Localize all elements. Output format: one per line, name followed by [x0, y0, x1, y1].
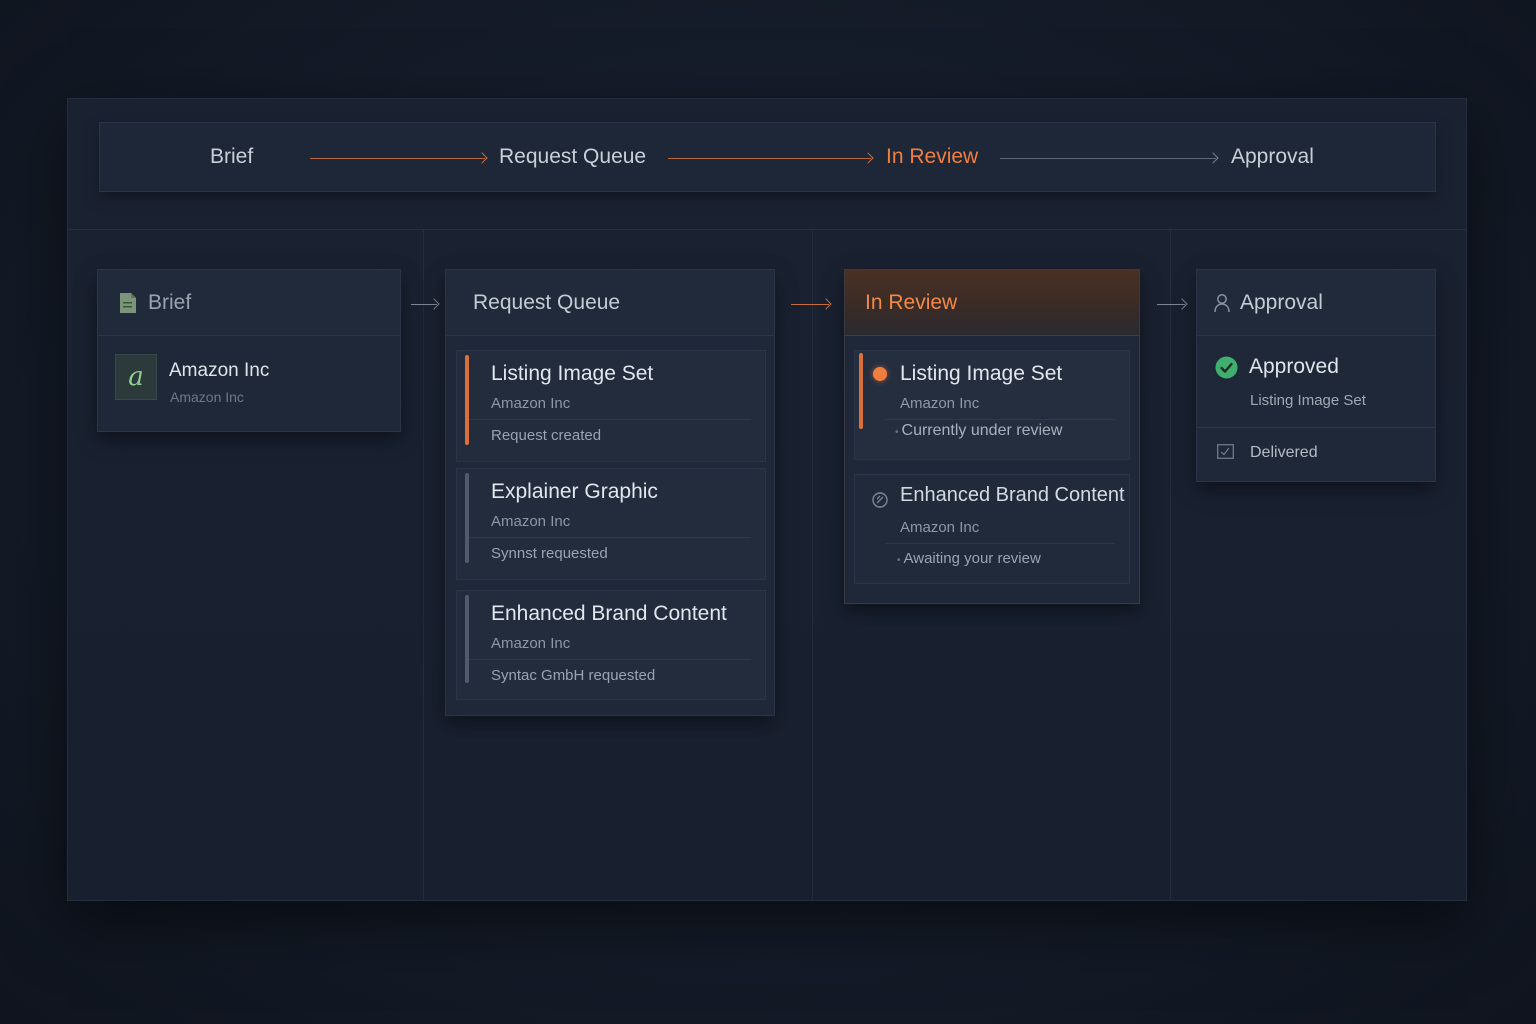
review-card-listing-image-set[interactable]: Listing Image Set Amazon Inc • Currently …: [854, 350, 1130, 460]
priority-bar: [859, 353, 863, 429]
card-title: Listing Image Set: [900, 362, 1063, 385]
card-divider: [885, 419, 1115, 420]
client-logo: a: [115, 354, 157, 400]
card-divider: [469, 537, 751, 538]
queue-card-listing-image-set[interactable]: Listing Image Set Amazon Inc Request cre…: [456, 350, 766, 462]
pipeline-bar: Brief Request Queue In Review Approval: [99, 122, 1436, 192]
flow-arrow: [411, 304, 437, 305]
card-status: • Awaiting your review: [897, 550, 1041, 567]
card-divider: [469, 419, 751, 420]
card-company: Amazon Inc: [491, 395, 571, 412]
approved-label: Approved: [1249, 355, 1339, 378]
column-header-in-review: In Review: [845, 270, 1139, 336]
approved-item-name: Listing Image Set: [1250, 392, 1366, 409]
priority-bar: [465, 473, 469, 563]
column-in-review: In Review Listing Image Set Amazon Inc •…: [844, 269, 1140, 604]
card-company: Amazon Inc: [900, 519, 980, 536]
card-status: • Currently under review: [895, 422, 1063, 439]
pipeline-step-request-queue[interactable]: Request Queue: [499, 145, 646, 169]
pipeline-arrow: [310, 158, 485, 159]
column-header-request-queue: Request Queue: [446, 270, 774, 336]
pipeline-step-in-review[interactable]: In Review: [886, 145, 978, 169]
pipeline-step-brief[interactable]: Brief: [210, 145, 253, 169]
card-status: Syntac GmbH requested: [491, 667, 656, 684]
queue-card-enhanced-brand-content[interactable]: Enhanced Brand Content Amazon Inc Syntac…: [456, 590, 766, 700]
document-icon: [118, 292, 138, 314]
flow-arrow: [1157, 304, 1185, 305]
approved-item[interactable]: Approved Listing Image Set: [1197, 336, 1435, 428]
priority-bar: [465, 355, 469, 445]
in-progress-dot-icon: [873, 367, 887, 381]
card-divider: [469, 659, 751, 660]
column-approval: Approval Approved Listing Image Set Deli…: [1196, 269, 1436, 482]
pipeline-step-approval[interactable]: Approval: [1231, 145, 1314, 169]
column-brief: Brief a Amazon Inc Amazon Inc: [97, 269, 401, 432]
column-divider: [1170, 230, 1171, 900]
column-header-approval: Approval: [1197, 270, 1435, 336]
card-company: Amazon Inc: [900, 395, 980, 412]
column-title: In Review: [865, 290, 958, 314]
card-status: Request created: [491, 427, 602, 444]
pending-icon: [871, 491, 889, 514]
delivered-checkbox-icon: [1217, 444, 1234, 464]
column-title: Request Queue: [473, 290, 621, 314]
card-divider: [885, 543, 1115, 544]
priority-bar: [465, 595, 469, 683]
workflow-board: Brief Request Queue In Review Approval B…: [67, 98, 1467, 901]
column-request-queue: Request Queue Listing Image Set Amazon I…: [445, 269, 775, 716]
column-title: Approval: [1240, 290, 1323, 314]
client-name: Amazon Inc: [169, 360, 270, 381]
column-divider: [423, 230, 424, 900]
review-card-enhanced-brand-content[interactable]: Enhanced Brand Content Amazon Inc • Await…: [854, 474, 1130, 584]
column-header-brief: Brief: [98, 270, 400, 336]
divider: [68, 229, 1466, 230]
pipeline-arrow: [668, 158, 871, 159]
column-divider: [812, 230, 813, 900]
client-card[interactable]: a Amazon Inc Amazon Inc: [98, 336, 400, 431]
card-company: Amazon Inc: [491, 635, 571, 652]
card-title: Enhanced Brand Content: [491, 602, 727, 625]
card-title: Explainer Graphic: [491, 480, 658, 503]
card-title: Enhanced Brand Content: [900, 484, 1125, 506]
card-title: Listing Image Set: [491, 362, 654, 385]
delivered-item[interactable]: Delivered: [1197, 427, 1435, 481]
flow-arrow: [791, 304, 829, 305]
card-status: Synnst requested: [491, 545, 608, 562]
delivered-label: Delivered: [1250, 444, 1318, 461]
user-icon: [1213, 293, 1231, 313]
card-company: Amazon Inc: [491, 513, 571, 530]
pipeline-arrow: [1000, 158, 1216, 159]
queue-card-explainer-graphic[interactable]: Explainer Graphic Amazon Inc Synnst requ…: [456, 468, 766, 580]
client-subtitle: Amazon Inc: [170, 389, 244, 405]
check-circle-icon: [1215, 356, 1238, 384]
column-title: Brief: [148, 290, 192, 314]
